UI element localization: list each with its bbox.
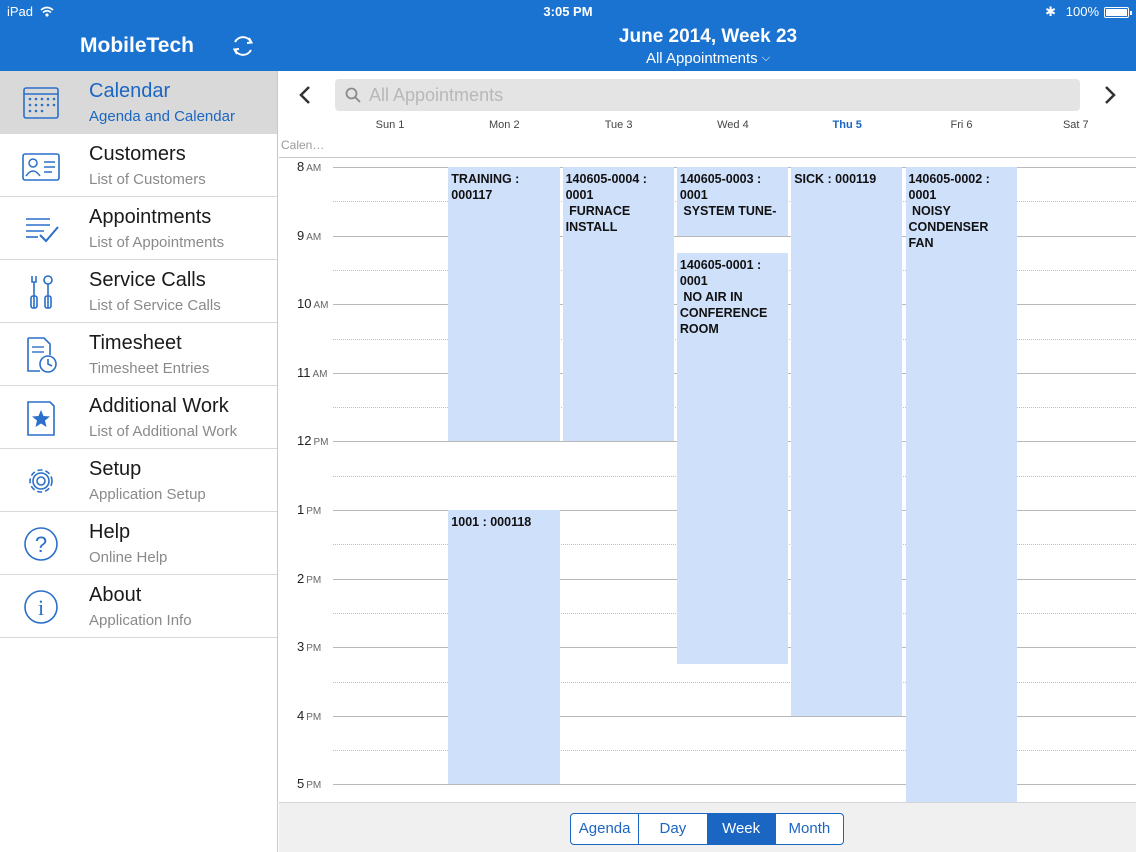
appointment-block[interactable]: 140605-0002 : 0001 NOISY CONDENSER FAN [905, 167, 1017, 802]
appointment-filter-dropdown[interactable]: All Appointments ⌵ [280, 50, 1136, 67]
appointment-block[interactable]: 140605-0001 : 0001 NO AIR IN CONFERENCE … [676, 252, 789, 665]
calendar-column-label: Calen… [281, 138, 325, 152]
sidebar-item-appointments[interactable]: Appointments List of Appointments [0, 197, 277, 260]
sidebar-item-label: Timesheet [89, 332, 182, 354]
battery-icon [1104, 7, 1132, 18]
sidebar-item-sublabel: Application Info [89, 612, 192, 629]
top-bar: iPad 3:05 PM ✱ 100% MobileTech June 2014… [0, 0, 1136, 71]
view-tab-week[interactable]: Week [707, 814, 776, 844]
sidebar-item-label: Setup [89, 458, 142, 480]
sidebar-item-customers[interactable]: Customers List of Customers [0, 134, 277, 197]
sidebar-item-label: Customers [89, 143, 186, 165]
chevron-left-icon [299, 86, 310, 104]
sidebar-item-sublabel: List of Customers [89, 171, 206, 188]
hour-label: 1 PM [297, 502, 322, 517]
sidebar-item-setup[interactable]: Setup Application Setup [0, 449, 277, 512]
chevron-down-icon: ⌵ [761, 52, 771, 64]
sidebar-item-label: Service Calls [89, 269, 206, 291]
app-title: MobileTech [80, 34, 194, 57]
svg-text:i: i [38, 595, 44, 620]
day-header-tue[interactable]: Tue 3 [562, 119, 676, 131]
appointment-block[interactable]: 140605-0003 : 0001 SYSTEM TUNE- [676, 167, 789, 236]
day-header-thu[interactable]: Thu 5 [790, 119, 904, 131]
sidebar-item-service-calls[interactable]: Service Calls List of Service Calls [0, 260, 277, 323]
sidebar-item-additional-work[interactable]: Additional Work List of Additional Work [0, 386, 277, 449]
search-placeholder: All Appointments [369, 85, 504, 105]
svg-text:?: ? [35, 532, 47, 557]
day-header-fri[interactable]: Fri 6 [905, 119, 1019, 131]
hour-label: 4 PM [297, 707, 322, 723]
chevron-right-icon [1105, 86, 1116, 104]
hour-label: 11 AM [297, 364, 328, 380]
sidebar-item-label: Appointments [89, 206, 212, 228]
hour-label: 5 PM [297, 776, 322, 792]
sidebar-item-sublabel: List of Appointments [89, 234, 225, 251]
appointment-block[interactable]: SICK : 000119 [791, 167, 903, 716]
sidebar-item-sublabel: List of Additional Work [89, 423, 238, 440]
appointment-block[interactable]: TRAINING : 000117 [448, 167, 560, 442]
week-title: June 2014, Week 23 [618, 26, 798, 47]
day-header-wed[interactable]: Wed 4 [676, 119, 790, 131]
question-icon: ? [24, 527, 58, 561]
view-switcher-bar: Agenda Day Week Month [279, 802, 1136, 852]
sidebar-item-sublabel: Agenda and Calendar [89, 108, 235, 125]
calendar-panel: All Appointments Sun 1 Mon 2 Tue 3 Wed 4 Thu… [279, 71, 1136, 852]
sidebar-item-sublabel: Online Help [89, 549, 168, 566]
sidebar-item-help[interactable]: ? Help Online Help [0, 512, 277, 575]
calendar-icon [23, 87, 59, 119]
info-icon: i [24, 590, 58, 624]
sidebar-item-label: Additional Work [89, 395, 229, 417]
hour-label: 2 PM [297, 570, 322, 586]
sidebar-item-sublabel: Application Setup [89, 486, 206, 503]
day-header-mon[interactable]: Mon 2 [447, 119, 561, 131]
view-tab-month[interactable]: Month [776, 814, 843, 844]
appointment-block[interactable]: 1001 : 000118 [448, 510, 560, 785]
hour-label: 12 PM [297, 433, 329, 449]
star-document-icon [27, 401, 55, 436]
sidebar-item-sublabel: Timesheet Entries [89, 360, 210, 377]
sidebar-item-label: Calendar [89, 80, 171, 102]
battery-percent: 100% [1065, 4, 1099, 19]
sidebar-item-sublabel: List of Service Calls [89, 297, 221, 314]
search-input[interactable]: All Appointments [335, 79, 1080, 111]
gear-icon [29, 469, 53, 493]
view-segmented-control: Agenda Day Week Month [570, 813, 844, 845]
sidebar-item-timesheet[interactable]: Timesheet Timesheet Entries [0, 323, 277, 386]
previous-week-button[interactable] [295, 83, 315, 107]
day-header-sat[interactable]: Sat 7 [1019, 119, 1133, 131]
appointment-block[interactable]: 140605-0004 : 0001 FURNACE INSTALL [562, 167, 674, 442]
filter-label: All Appointments [645, 50, 758, 67]
week-grid[interactable]: 8 AM 9 AM 10 AM 11 AM 12 PM 1 PM 2 PM 3 PM 4 PM 5 PM TRAININ… [279, 158, 1136, 802]
hour-label: 8 AM [297, 159, 322, 174]
sidebar-item-about[interactable]: i About Application Info [0, 575, 277, 638]
status-time: 3:05 PM [543, 4, 593, 19]
checklist-icon [26, 218, 59, 243]
status-bar: iPad 3:05 PM ✱ 100% [0, 4, 1136, 20]
hour-label: 9 AM [297, 227, 322, 243]
sidebar-item-label: Help [89, 521, 131, 543]
bluetooth-icon: ✱ [1045, 4, 1056, 19]
view-tab-day[interactable]: Day [639, 814, 708, 844]
hour-label: 10 AM [297, 296, 329, 312]
customer-card-icon [22, 153, 60, 181]
day-header-sun[interactable]: Sun 1 [333, 119, 447, 131]
next-week-button[interactable] [1100, 83, 1120, 107]
timesheet-clock-icon [27, 337, 57, 373]
sidebar: Calendar Agenda and Calendar Customers L… [0, 71, 278, 852]
sidebar-item-label: About [89, 584, 142, 606]
sidebar-item-calendar[interactable]: Calendar Agenda and Calendar [0, 71, 277, 134]
hour-label: 3 PM [297, 639, 322, 655]
app-root: iPad 3:05 PM ✱ 100% MobileTech June 2014… [0, 0, 1136, 852]
refresh-icon[interactable] [230, 33, 256, 59]
view-tab-agenda[interactable]: Agenda [571, 814, 640, 844]
tools-icon [30, 275, 53, 309]
search-icon [345, 87, 361, 103]
